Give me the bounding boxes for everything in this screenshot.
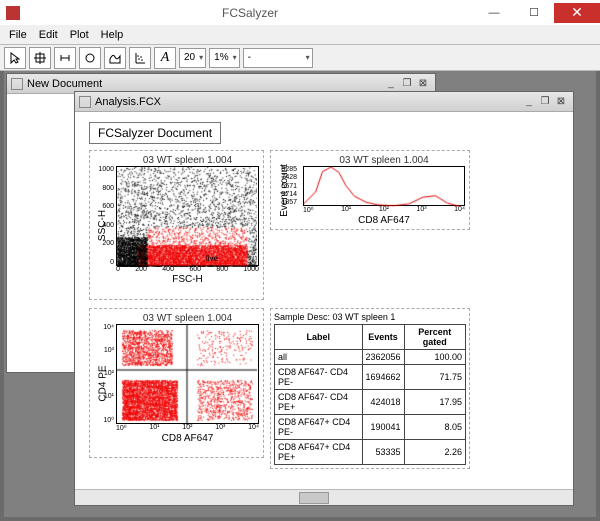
plot-histogram-cd8[interactable]: 03 WT spleen 1.004 Event count 928574285…: [270, 150, 470, 230]
doc-icon: [79, 96, 91, 108]
stats-table: LabelEventsPercent gated all2362056100.0…: [274, 324, 466, 465]
range-gate-button[interactable]: [54, 47, 76, 69]
stats-panel: Sample Desc: 03 WT spleen 1 LabelEventsP…: [270, 308, 470, 469]
histogram-plot-button[interactable]: [104, 47, 126, 69]
window-max-icon[interactable]: ❐: [537, 95, 553, 109]
table-row: CD8 AF647+ CD4 PE+533352.26: [275, 440, 466, 465]
scrollbar-horizontal[interactable]: [75, 489, 573, 505]
document-label: FCSalyzer Document: [89, 122, 221, 144]
app-title: FCSalyzer: [26, 6, 474, 20]
fontsize-stepper[interactable]: 20▾: [179, 48, 206, 68]
window-close-icon[interactable]: ⊠: [415, 77, 431, 91]
menu-file[interactable]: File: [4, 28, 32, 42]
table-row: all2362056100.00: [275, 350, 466, 365]
menu-plot[interactable]: Plot: [65, 28, 94, 42]
workspace: New Document _ ❐ ⊠ Analysis.FCX _ ❐ ⊠ FC…: [4, 71, 596, 517]
rectangle-gate-button[interactable]: [29, 47, 51, 69]
ellipse-gate-button[interactable]: [79, 47, 101, 69]
window-min-icon[interactable]: _: [521, 95, 537, 109]
window-analysis[interactable]: Analysis.FCX _ ❐ ⊠ FCSalyzer Document 03…: [74, 91, 574, 506]
table-row: CD8 AF647- CD4 PE-169466271.75: [275, 365, 466, 390]
parameter-select[interactable]: -▾: [243, 48, 313, 68]
zoom-stepper[interactable]: 1%▾: [209, 48, 239, 68]
close-button[interactable]: ✕: [554, 3, 600, 23]
window-title: Analysis.FCX: [95, 96, 521, 108]
pointer-tool-button[interactable]: [4, 47, 26, 69]
menu-edit[interactable]: Edit: [34, 28, 63, 42]
gate-label: live: [206, 254, 218, 263]
toolbar: A 20▾ 1%▾ -▾: [0, 45, 600, 71]
window-close-icon[interactable]: ⊠: [553, 95, 569, 109]
app-icon: [6, 6, 20, 20]
dotplot-button[interactable]: [129, 47, 151, 69]
window-title: New Document: [27, 78, 383, 90]
doc-icon: [11, 78, 23, 90]
menubar: File Edit Plot Help: [0, 25, 600, 45]
plot-dotplot-fsc-ssc[interactable]: 03 WT spleen 1.004 SSC-H 100080060040020…: [89, 150, 264, 300]
sample-desc: Sample Desc: 03 WT spleen 1: [274, 312, 466, 322]
window-min-icon[interactable]: _: [383, 77, 399, 91]
titlebar: FCSalyzer — ☐ ✕: [0, 0, 600, 25]
table-row: CD8 AF647- CD4 PE+42401817.95: [275, 390, 466, 415]
minimize-button[interactable]: —: [474, 3, 514, 23]
window-max-icon[interactable]: ❐: [399, 77, 415, 91]
text-tool-button[interactable]: A: [154, 47, 176, 69]
table-row: CD8 AF647+ CD4 PE-1900418.05: [275, 415, 466, 440]
plot-dotplot-cd8-cd4[interactable]: 03 WT spleen 1.004 CD4 PE 10⁴10³10²10¹10…: [89, 308, 264, 458]
menu-help[interactable]: Help: [96, 28, 129, 42]
maximize-button[interactable]: ☐: [514, 3, 554, 23]
